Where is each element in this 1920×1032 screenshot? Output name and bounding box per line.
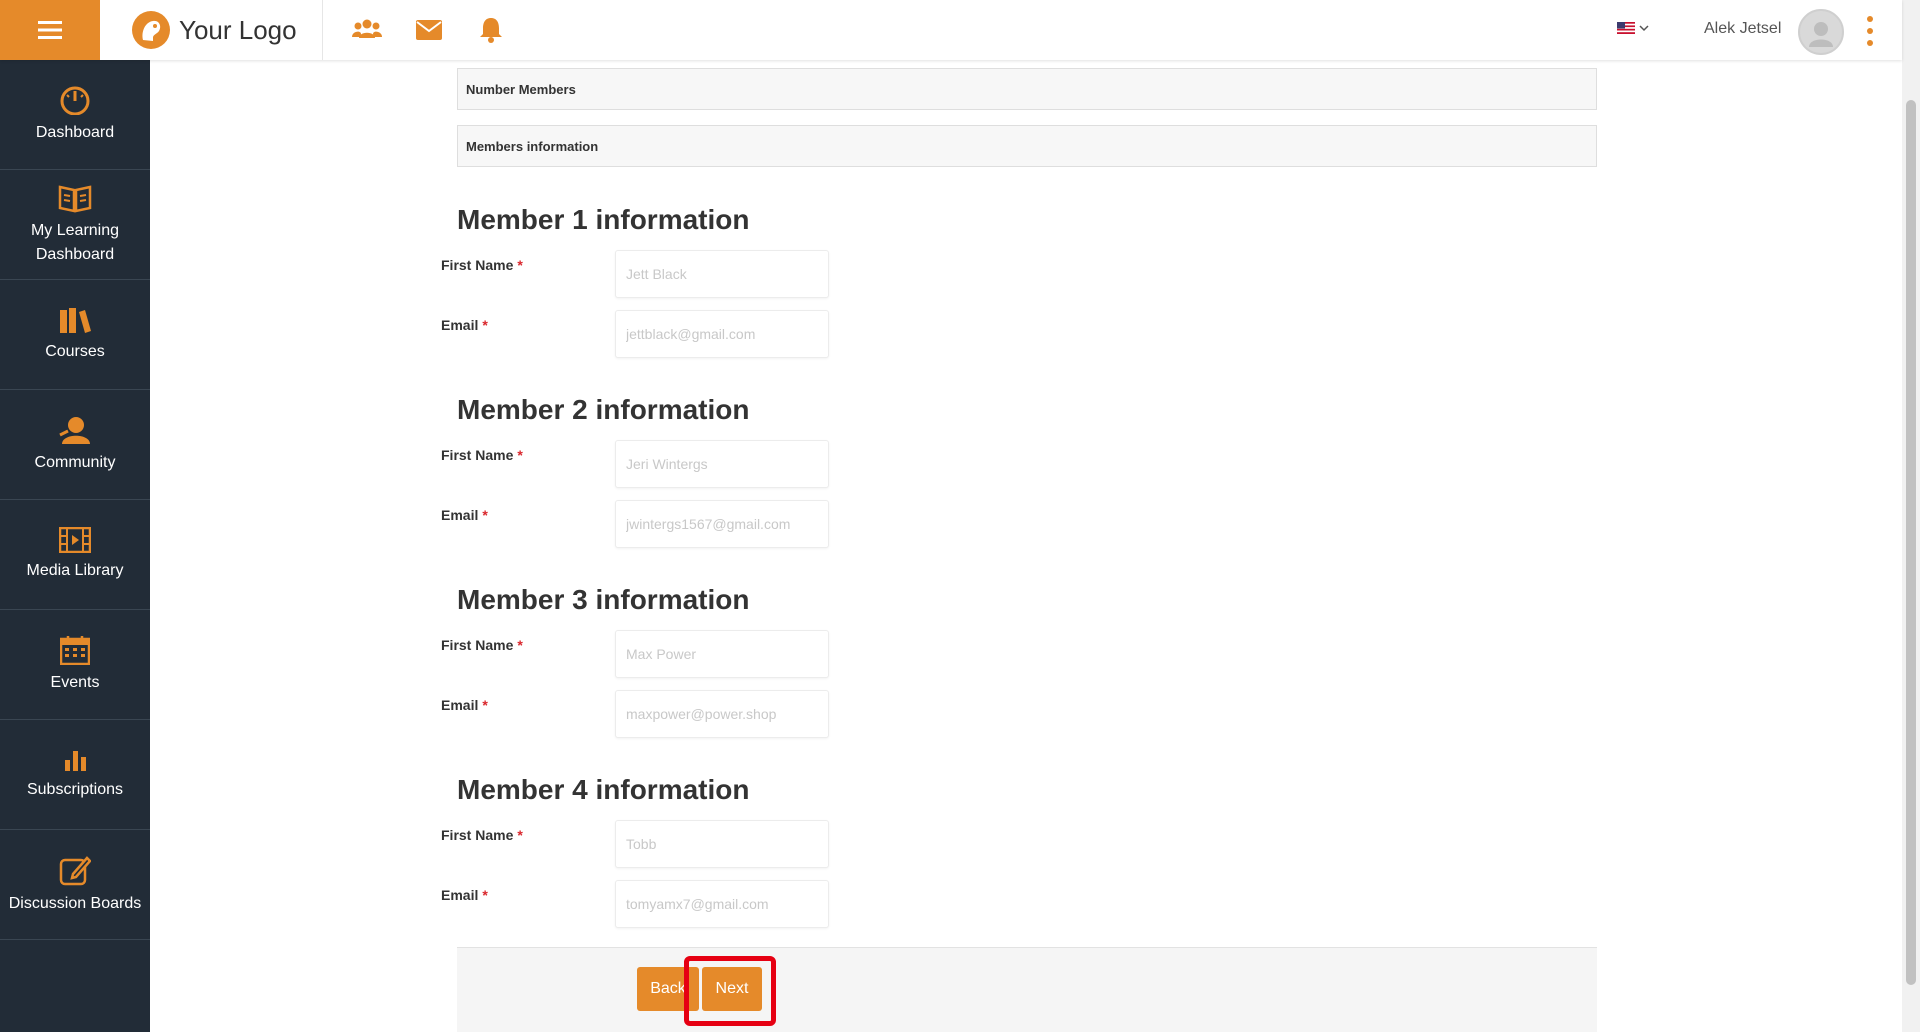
number-members-panel[interactable]: Number Members — [457, 68, 1597, 110]
member-4-email-field[interactable] — [615, 880, 829, 928]
books-icon — [60, 307, 91, 333]
person-icon — [59, 416, 90, 444]
member-1-title: Member 1 information — [457, 204, 750, 235]
dot — [1867, 16, 1873, 22]
sidebar-item-label: Media Library — [26, 561, 124, 579]
sidebar-item-courses[interactable]: Courses — [0, 280, 150, 390]
member-2-email-field[interactable] — [615, 500, 829, 548]
next-button-highlight — [684, 956, 776, 1026]
avatar[interactable] — [1798, 9, 1844, 55]
email-label: Email * — [441, 887, 488, 903]
sidebar-item-label: Community — [34, 453, 116, 471]
member-3-first-name-field[interactable] — [615, 630, 829, 678]
chevron-down-icon — [1639, 25, 1649, 32]
sidebar-item-label: Events — [50, 673, 100, 691]
book-icon — [58, 184, 92, 213]
sidebar-item-events[interactable]: Events — [0, 610, 150, 720]
member-3-title: Member 3 information — [457, 584, 750, 615]
first-name-label: First Name * — [441, 637, 523, 653]
bar-chart-icon — [65, 750, 86, 771]
language-selector[interactable] — [1617, 22, 1649, 34]
sidebar-item-label: My Learning Dashboard — [30, 221, 120, 263]
users-icon[interactable] — [352, 15, 382, 45]
us-flag-icon — [1617, 22, 1635, 34]
member-1-email-field[interactable] — [615, 310, 829, 358]
sidebar-item-media-library[interactable]: Media Library — [0, 500, 150, 610]
member-1-first-name-field[interactable] — [615, 250, 829, 298]
sidebar-item-label: Discussion Boards — [8, 894, 142, 912]
hamburger-menu-button[interactable] — [0, 0, 100, 60]
username[interactable]: Alek Jetsel — [1704, 20, 1781, 38]
member-4-title: Member 4 information — [457, 774, 750, 805]
first-name-label: First Name * — [441, 257, 523, 273]
sidebar-item-discussion-boards[interactable]: Discussion Boards — [0, 830, 150, 940]
form-footer — [457, 947, 1597, 1032]
logo[interactable]: Your Logo — [131, 10, 297, 50]
user-avatar-icon — [1809, 22, 1833, 47]
more-options-button[interactable] — [1862, 16, 1878, 46]
first-name-label: First Name * — [441, 827, 523, 843]
gauge-icon — [60, 86, 90, 115]
email-label: Email * — [441, 697, 488, 713]
sidebar: Dashboard My Learning Dashboard Courses … — [0, 60, 150, 1032]
scrollbar-thumb[interactable] — [1906, 100, 1916, 985]
dot — [1867, 40, 1873, 46]
calendar-icon — [60, 635, 90, 665]
bell-icon[interactable] — [476, 15, 506, 45]
sidebar-item-label: Dashboard — [35, 123, 115, 141]
sidebar-item-subscriptions[interactable]: Subscriptions — [0, 720, 150, 830]
sidebar-item-community[interactable]: Community — [0, 390, 150, 500]
hamburger-icon — [38, 21, 62, 39]
member-3-email-field[interactable] — [615, 690, 829, 738]
member-2-title: Member 2 information — [457, 394, 750, 425]
email-label: Email * — [441, 317, 488, 333]
member-4-first-name-field[interactable] — [615, 820, 829, 868]
dot — [1867, 28, 1873, 34]
logo-text: Your Logo — [179, 14, 297, 45]
film-icon — [59, 526, 91, 553]
first-name-label: First Name * — [441, 447, 523, 463]
envelope-icon[interactable] — [414, 15, 444, 45]
sidebar-item-dashboard[interactable]: Dashboard — [0, 60, 150, 170]
logo-icon — [132, 11, 170, 49]
divider — [322, 0, 323, 60]
member-2-first-name-field[interactable] — [615, 440, 829, 488]
sidebar-item-my-learning-dashboard[interactable]: My Learning Dashboard — [0, 170, 150, 280]
edit-icon — [59, 855, 91, 885]
main-content: Number Members Members information Membe… — [150, 60, 1902, 1032]
sidebar-item-label: Courses — [45, 342, 105, 360]
members-information-panel[interactable]: Members information — [457, 125, 1597, 167]
sidebar-item-label: Subscriptions — [26, 780, 124, 798]
email-label: Email * — [441, 507, 488, 523]
top-bar: Your Logo Alek Jetsel — [0, 0, 1902, 60]
